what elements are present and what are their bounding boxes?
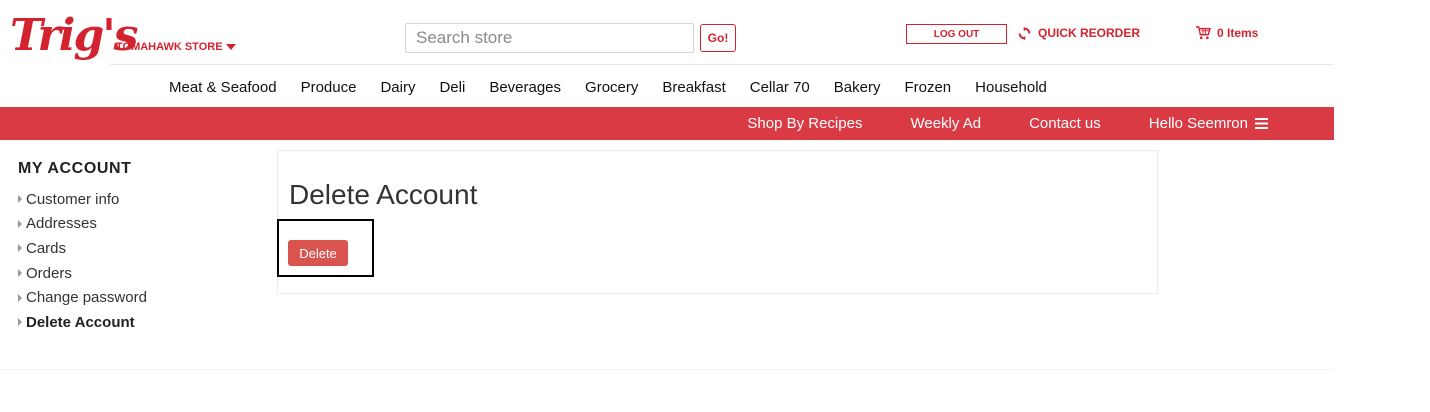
sidebar-item-orders[interactable]: Orders bbox=[18, 261, 147, 286]
account-sidebar: MY ACCOUNT Customer info Addresses Cards… bbox=[18, 160, 147, 335]
nav-household[interactable]: Household bbox=[975, 79, 1047, 96]
quick-reorder-link[interactable]: QUICK REORDER bbox=[1018, 26, 1140, 40]
triangle-right-icon bbox=[18, 269, 22, 278]
footer-divider bbox=[0, 369, 1334, 370]
nav-bakery[interactable]: Bakery bbox=[834, 79, 881, 96]
nav-breakfast[interactable]: Breakfast bbox=[662, 79, 725, 96]
store-name: TOMAHAWK STORE bbox=[116, 41, 223, 53]
logout-button[interactable]: LOG OUT bbox=[906, 24, 1007, 44]
weekly-ad-link[interactable]: Weekly Ad bbox=[910, 115, 981, 132]
sidebar-item-delete-account[interactable]: Delete Account bbox=[18, 310, 147, 335]
nav-cellar-70[interactable]: Cellar 70 bbox=[750, 79, 810, 96]
sidebar-item-label: Customer info bbox=[26, 190, 120, 208]
page-title: Delete Account bbox=[289, 179, 478, 210]
sidebar-item-label: Orders bbox=[26, 264, 72, 282]
sidebar-item-label: Delete Account bbox=[26, 313, 135, 331]
shop-by-recipes-link[interactable]: Shop By Recipes bbox=[747, 115, 862, 132]
cart-icon bbox=[1196, 26, 1211, 40]
category-nav: Meat & Seafood Produce Dairy Deli Bevera… bbox=[169, 79, 1047, 96]
sidebar-title: MY ACCOUNT bbox=[18, 160, 132, 177]
triangle-right-icon bbox=[18, 219, 22, 228]
nav-produce[interactable]: Produce bbox=[301, 79, 357, 96]
nav-grocery[interactable]: Grocery bbox=[585, 79, 638, 96]
secondary-nav-bar: Shop By Recipes Weekly Ad Contact us Hel… bbox=[0, 107, 1334, 140]
hamburger-icon bbox=[1255, 118, 1268, 129]
search-input[interactable] bbox=[405, 23, 694, 53]
triangle-right-icon bbox=[18, 318, 22, 327]
caret-down-icon bbox=[225, 44, 236, 50]
cart-count: 0 Items bbox=[1217, 26, 1259, 40]
page: Trig's TOMAHAWK STORE Go! LOG OUT QUICK … bbox=[0, 0, 1430, 412]
nav-dairy[interactable]: Dairy bbox=[380, 79, 415, 96]
triangle-right-icon bbox=[18, 293, 22, 302]
account-menu[interactable]: Hello Seemron bbox=[1149, 115, 1268, 132]
sidebar-item-addresses[interactable]: Addresses bbox=[18, 212, 147, 237]
nav-beverages[interactable]: Beverages bbox=[489, 79, 561, 96]
contact-us-link[interactable]: Contact us bbox=[1029, 115, 1101, 132]
sidebar-item-change-password[interactable]: Change password bbox=[18, 285, 147, 310]
header-divider bbox=[110, 64, 1334, 65]
nav-frozen[interactable]: Frozen bbox=[904, 79, 951, 96]
sidebar-item-label: Change password bbox=[26, 289, 147, 307]
search-go-button[interactable]: Go! bbox=[700, 24, 736, 52]
refresh-icon bbox=[1018, 26, 1031, 40]
nav-meat-seafood[interactable]: Meat & Seafood bbox=[169, 79, 277, 96]
sidebar-item-customer-info[interactable]: Customer info bbox=[18, 187, 147, 212]
triangle-right-icon bbox=[18, 195, 22, 204]
header: Trig's TOMAHAWK STORE Go! LOG OUT QUICK … bbox=[0, 0, 1334, 107]
greeting-text: Hello Seemron bbox=[1148, 115, 1248, 132]
sidebar-item-cards[interactable]: Cards bbox=[18, 236, 147, 261]
nav-deli[interactable]: Deli bbox=[439, 79, 465, 96]
cart-link[interactable]: 0 Items bbox=[1195, 26, 1258, 40]
delete-button[interactable]: Delete bbox=[288, 240, 348, 266]
quick-reorder-label: QUICK REORDER bbox=[1038, 26, 1141, 40]
triangle-right-icon bbox=[18, 244, 22, 253]
delete-account-panel: Delete Account bbox=[277, 150, 1158, 294]
sidebar-item-label: Addresses bbox=[26, 215, 97, 233]
sidebar-item-label: Cards bbox=[26, 239, 67, 257]
store-selector[interactable]: TOMAHAWK STORE bbox=[116, 41, 236, 53]
